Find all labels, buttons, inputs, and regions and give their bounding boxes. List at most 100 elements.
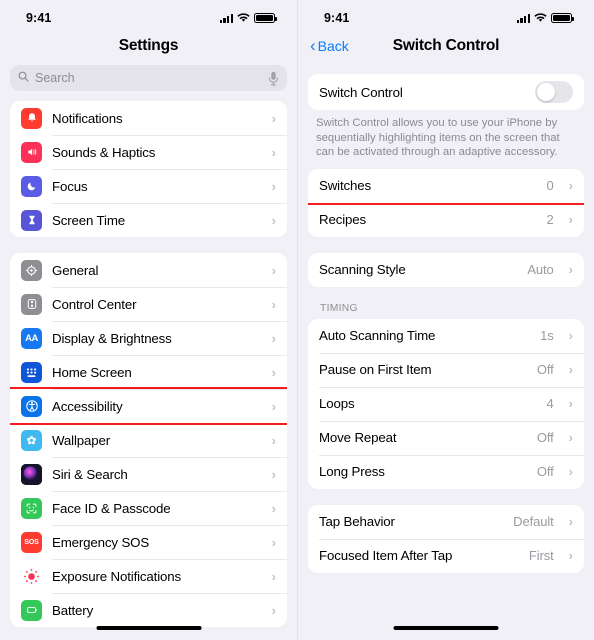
- search-container: Search: [0, 62, 297, 101]
- sidebar-item-home-screen[interactable]: Home Screen ›: [10, 355, 287, 389]
- row-label: Pause on First Item: [319, 362, 432, 377]
- row-value: Off: [536, 362, 554, 377]
- wifi-icon: [237, 13, 250, 23]
- home-indicator: [96, 625, 201, 630]
- general-gear-icon: [21, 259, 42, 281]
- chevron-right-icon: ›: [271, 144, 276, 160]
- microphone-icon[interactable]: [268, 71, 279, 86]
- back-button[interactable]: ‹ Back: [310, 36, 349, 55]
- accessibility-person-icon: [21, 395, 42, 417]
- chevron-right-icon: ›: [568, 328, 573, 343]
- sidebar-item-sounds-haptics[interactable]: Sounds & Haptics ›: [10, 135, 287, 169]
- status-icons: [516, 12, 574, 24]
- row-value: Default: [513, 514, 554, 529]
- status-bar-right: 9:41: [298, 0, 594, 30]
- row-value: 2: [546, 212, 554, 227]
- row-value: 1s: [540, 328, 554, 343]
- switch-control-screen: 9:41 ‹ Back Switch Control Switch Contro…: [297, 0, 594, 640]
- row-auto-scanning-time[interactable]: Auto Scanning Time 1s ›: [308, 318, 584, 353]
- sidebar-item-exposure-notifications[interactable]: Exposure Notifications ›: [10, 559, 287, 593]
- page-title: Settings: [118, 37, 179, 54]
- chevron-right-icon: ›: [568, 396, 573, 411]
- settings-group-1: Notifications › Sounds & Haptics › Focus…: [10, 101, 287, 237]
- sidebar-item-label: Accessibility: [52, 398, 123, 414]
- sidebar-item-notifications[interactable]: Notifications ›: [10, 101, 287, 135]
- row-label: Long Press: [319, 464, 385, 479]
- sidebar-item-general[interactable]: General ›: [10, 253, 287, 287]
- status-bar-left: 9:41: [0, 0, 297, 30]
- row-long-press[interactable]: Long Press Off ›: [308, 454, 584, 489]
- row-label: Scanning Style: [319, 262, 406, 277]
- row-label: Move Repeat: [319, 430, 397, 445]
- page-title: Switch Control: [392, 37, 500, 54]
- sidebar-item-screen-time[interactable]: Screen Time ›: [10, 203, 287, 237]
- sidebar-item-label: Focus: [52, 178, 88, 194]
- wifi-icon: [534, 13, 547, 23]
- chevron-right-icon: ›: [568, 430, 573, 445]
- dual-phone-screenshot: 9:41 Settings Search Notifications › Sou…: [0, 0, 594, 640]
- sidebar-item-battery[interactable]: Battery ›: [10, 593, 287, 627]
- chevron-right-icon: ›: [271, 534, 276, 550]
- sidebar-item-accessibility[interactable]: Accessibility ›: [10, 387, 287, 425]
- row-recipes[interactable]: Recipes 2 ›: [308, 202, 584, 237]
- sidebar-item-label: Display & Brightness: [52, 330, 172, 346]
- chevron-right-icon: ›: [568, 262, 573, 277]
- face-id-icon: [21, 497, 42, 519]
- search-icon: [18, 69, 29, 87]
- sidebar-item-label: Battery: [52, 602, 94, 618]
- sidebar-item-label: Siri & Search: [52, 466, 128, 482]
- battery-icon: [21, 599, 42, 621]
- chevron-right-icon: ›: [271, 212, 276, 228]
- exposure-notifications-icon: [21, 565, 42, 587]
- sidebar-item-focus[interactable]: Focus ›: [10, 169, 287, 203]
- row-value: Off: [536, 464, 554, 479]
- chevron-right-icon: ›: [271, 330, 276, 346]
- chevron-right-icon: ›: [271, 568, 276, 584]
- row-pause-on-first-item[interactable]: Pause on First Item Off ›: [308, 352, 584, 387]
- row-switches[interactable]: Switches 0 ›: [308, 168, 584, 205]
- chevron-right-icon: ›: [271, 602, 276, 618]
- row-move-repeat[interactable]: Move Repeat Off ›: [308, 420, 584, 455]
- sidebar-item-label: Face ID & Passcode: [52, 500, 171, 516]
- status-time: 9:41: [26, 11, 52, 25]
- sidebar-item-siri-search[interactable]: Siri & Search ›: [10, 457, 287, 491]
- status-time: 9:41: [324, 11, 350, 25]
- battery-full-icon: [254, 12, 277, 24]
- row-scanning-style[interactable]: Scanning Style Auto ›: [308, 252, 584, 287]
- row-value: 4: [546, 396, 554, 411]
- row-label: Tap Behavior: [319, 514, 395, 529]
- sidebar-item-label: Control Center: [52, 296, 137, 312]
- sounds-speaker-icon: [21, 141, 42, 163]
- row-value: 0: [546, 178, 554, 193]
- row-tap-behavior[interactable]: Tap Behavior Default ›: [308, 504, 584, 539]
- sidebar-item-emergency-sos[interactable]: SOS Emergency SOS ›: [10, 525, 287, 559]
- emergency-sos-icon: SOS: [21, 531, 42, 553]
- sidebar-item-display-brightness[interactable]: AA Display & Brightness ›: [10, 321, 287, 355]
- siri-orb-icon: [21, 463, 42, 485]
- row-value: Auto: [527, 262, 554, 277]
- sidebar-item-control-center[interactable]: Control Center ›: [10, 287, 287, 321]
- home-screen-grid-icon: [21, 361, 42, 383]
- chevron-right-icon: ›: [271, 178, 276, 194]
- chevron-left-icon: ‹: [310, 36, 316, 55]
- sidebar-item-face-id-passcode[interactable]: Face ID & Passcode ›: [10, 491, 287, 525]
- switch-control-toggle[interactable]: [535, 81, 573, 103]
- search-input[interactable]: Search: [10, 65, 287, 91]
- row-loops[interactable]: Loops 4 ›: [308, 386, 584, 421]
- timing-section-header: TIMING: [320, 302, 358, 314]
- settings-group-2: General › Control Center › AA Display & …: [10, 253, 287, 627]
- chevron-right-icon: ›: [271, 432, 276, 448]
- display-brightness-aa-icon: AA: [21, 327, 42, 349]
- row-focused-item-after-tap[interactable]: Focused Item After Tap First ›: [308, 538, 584, 573]
- sidebar-item-wallpaper[interactable]: Wallpaper ›: [10, 423, 287, 457]
- cellular-bars-icon: [516, 13, 530, 23]
- sidebar-item-label: General: [52, 262, 99, 278]
- row-label: Focused Item After Tap: [319, 548, 453, 563]
- chevron-right-icon: ›: [568, 514, 573, 529]
- switch-control-toggle-row[interactable]: Switch Control: [308, 74, 584, 110]
- cellular-bars-icon: [219, 13, 233, 23]
- switch-control-label: Switch Control: [319, 84, 403, 100]
- row-label: Switches: [319, 178, 372, 193]
- sidebar-item-label: Screen Time: [52, 212, 125, 228]
- sidebar-item-label: Notifications: [52, 110, 123, 126]
